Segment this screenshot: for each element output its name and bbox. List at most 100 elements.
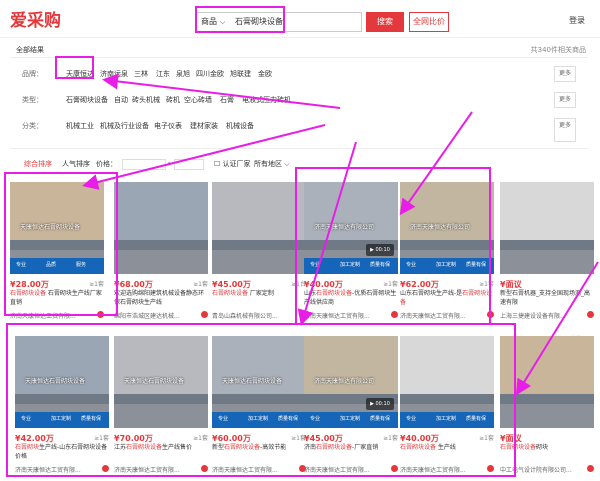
company-name[interactable]: 济南天康恒达工贸有限... bbox=[304, 465, 388, 474]
product-title[interactable]: 山东石膏砌块设备-优质石膏砌块生产线供应商 bbox=[304, 289, 398, 307]
product-image[interactable]: 天康恒达石膏砌块设备 专业 加工定制 质量有保 bbox=[212, 336, 306, 428]
product-image[interactable]: 济南天康恒达有限公司 专业 加工定制 质量有保 bbox=[400, 182, 494, 274]
product-card[interactable]: ¥面议 石膏砌块设备砌块 中工电气设计院有限公司... bbox=[500, 336, 594, 476]
filter-item[interactable]: 天康恒达 bbox=[66, 69, 94, 79]
image-watermark: 济南天康恒达有限公司 bbox=[410, 224, 471, 231]
filter-item[interactable]: 自动 bbox=[114, 95, 128, 105]
feature-tag: 加工定制 bbox=[248, 416, 269, 422]
product-title[interactable]: 石膏砌块设备砌块 bbox=[500, 443, 594, 461]
company-name[interactable]: 济南天康恒达工贸有限... bbox=[400, 465, 484, 474]
product-card[interactable]: 济南天康恒达有限公司 ▶ 00:10 专业 加工定制 质量有保 ¥45.00万 ≥1套 济南石… bbox=[304, 336, 398, 476]
filter-item[interactable]: 空心砖墙 bbox=[184, 95, 212, 105]
product-card[interactable]: 专业 加工定制 质量有保 ¥40.00万 ≥1套 石膏砌块设备 生产线 济南天康恒达工贸有限… bbox=[400, 336, 494, 476]
product-card[interactable]: ¥68.00万 ≥1套 欢迎选购绵阳建筑机械设备静态环保石膏砌块生产线 绵阳市浩城区建… bbox=[114, 182, 208, 322]
min-order: ≥1套 bbox=[479, 435, 494, 442]
product-title[interactable]: 新型石膏机器_支持全国现场测_高速有限 bbox=[500, 289, 594, 307]
product-title[interactable]: 山东石膏砌块生产线-是石膏砌块设备 bbox=[400, 289, 494, 307]
filter-item[interactable]: 砖头机械 bbox=[132, 95, 160, 105]
company-name[interactable]: 济南天康恒达工贸有限... bbox=[15, 465, 99, 474]
location-select[interactable]: 所有地区 ⌵ bbox=[254, 159, 290, 169]
filter-item[interactable]: 建材家装 bbox=[190, 121, 218, 131]
search-box[interactable]: 商品 ⌵ 石膏砌块设备 bbox=[196, 12, 362, 32]
company-name[interactable]: 济南天康恒达工贸有限... bbox=[304, 311, 388, 320]
product-card[interactable]: ¥45.00万 ≥1台 石膏砌块设备 厂家定制 青岛山森机械有限公司... bbox=[212, 182, 306, 322]
min-order: ≥1套 bbox=[193, 281, 208, 288]
product-image[interactable]: 天康恒达石膏砌块设备 bbox=[114, 336, 208, 428]
price-separator: - bbox=[168, 159, 171, 167]
product-image[interactable]: 济南天康恒达有限公司 ▶ 00:10 专业 加工定制 质量有保 bbox=[304, 182, 398, 274]
more-button[interactable]: 更多 bbox=[554, 118, 576, 142]
filter-item[interactable]: 济南远泉 bbox=[100, 69, 128, 79]
product-image[interactable] bbox=[500, 182, 594, 274]
product-title[interactable]: 欢迎选购绵阳建筑机械设备静态环保石膏砌块生产线 bbox=[114, 289, 208, 307]
product-image[interactable] bbox=[114, 182, 208, 274]
more-button[interactable]: 更多 bbox=[554, 92, 576, 108]
filter-item[interactable]: 旭联建 bbox=[230, 69, 251, 79]
min-order: ≥1套 bbox=[383, 281, 398, 288]
filter-item[interactable]: 机械工业 bbox=[66, 121, 94, 131]
product-card[interactable]: 济南天康恒达有限公司 专业 加工定制 质量有保 ¥62.00万 ≥1套 山东石膏砌块生产线-… bbox=[400, 182, 494, 322]
company-name[interactable]: 青岛山森机械有限公司... bbox=[212, 311, 296, 320]
company-name[interactable]: 绵阳市浩城区建达机械... bbox=[114, 311, 198, 320]
product-card[interactable]: 天康恒达石膏砌块设备 专业 加工定制 质量有保 ¥60.00万 ≥1套 新型石膏砌块设备-高… bbox=[212, 336, 306, 476]
product-title[interactable]: 济南石膏砌块设备-厂家直销 bbox=[304, 443, 398, 461]
filter-item[interactable]: 金欧 bbox=[258, 69, 272, 79]
filter-item[interactable]: 机械及行业设备 bbox=[100, 121, 149, 131]
filter-item[interactable]: 砖机 bbox=[166, 95, 180, 105]
site-logo[interactable]: 爱采购 bbox=[10, 6, 61, 31]
filter-label: 类型： bbox=[22, 96, 43, 104]
more-button[interactable]: 更多 bbox=[554, 66, 576, 82]
product-image[interactable]: 专业 加工定制 质量有保 bbox=[400, 336, 494, 428]
filter-item[interactable]: 电子仪表 bbox=[154, 121, 182, 131]
image-watermark: 济南天康恒达有限公司 bbox=[314, 378, 375, 385]
feature-tag: 加工定制 bbox=[340, 416, 361, 422]
verified-badge-icon bbox=[201, 311, 208, 318]
product-card[interactable]: ¥面议 新型石膏机器_支持全国现场测_高速有限 上海三捷建设设备有限... bbox=[500, 182, 594, 322]
feature-tag: 加工定制 bbox=[51, 416, 72, 422]
verified-badge-icon bbox=[587, 311, 594, 318]
product-image[interactable] bbox=[500, 336, 594, 428]
company-name[interactable]: 济南天康恒达工贸有限... bbox=[114, 465, 198, 474]
company-name[interactable]: 济南天康恒达工贸有限... bbox=[10, 311, 94, 320]
product-image[interactable]: 天康恒达石膏砌块设备 专业 加工定制 质量有保 bbox=[15, 336, 109, 428]
product-card[interactable]: 天康恒达石膏砌块设备 ¥70.00万 ≥1套 江苏石膏砌块设备生产线售价 济南天康恒达工… bbox=[114, 336, 208, 476]
product-title[interactable]: 新型石膏砌块设备-高效节能 bbox=[212, 443, 306, 461]
search-button[interactable]: 搜索 bbox=[366, 12, 404, 32]
product-card[interactable]: 济南天康恒达有限公司 ▶ 00:10 专业 加工定制 质量有保 ¥40.00万 ≥1套 山东石… bbox=[304, 182, 398, 322]
search-input[interactable]: 石膏砌块设备 bbox=[235, 16, 283, 27]
filter-item[interactable]: 机械设备 bbox=[226, 121, 254, 131]
sort-price[interactable]: 价格： bbox=[96, 159, 117, 169]
sort-popularity[interactable]: 人气排序 bbox=[62, 159, 90, 169]
product-title[interactable]: 石膏砌块设备 厂家定制 bbox=[212, 289, 306, 307]
product-title[interactable]: 石膏砌块设备 生产线 bbox=[400, 443, 494, 461]
company-name[interactable]: 济南天康恒达工贸有限... bbox=[212, 465, 296, 474]
feature-tags: 专业 加工定制 质量有保 bbox=[15, 412, 109, 428]
product-image[interactable] bbox=[212, 182, 306, 274]
filter-item[interactable]: 泉旭 bbox=[176, 69, 190, 79]
filter-item[interactable]: 电液式压力砖机 bbox=[242, 95, 291, 105]
price-max-input[interactable] bbox=[174, 159, 204, 170]
certified-checkbox[interactable]: ☐ 认证厂家 bbox=[214, 159, 251, 169]
product-title[interactable]: 石膏砌块生产线-山东石膏砌块设备价格 bbox=[15, 443, 109, 461]
company-name[interactable]: 中工电气设计院有限公司... bbox=[500, 465, 584, 474]
product-title[interactable]: 石膏砌块设备 石膏砌块生产线厂家直销 bbox=[10, 289, 104, 307]
product-card[interactable]: 天康恒达石膏砌块设备 专业 加工定制 质量有保 ¥42.00万 ≥1套 石膏砌块生产线-山东… bbox=[15, 336, 109, 476]
price-min-input[interactable] bbox=[122, 159, 166, 170]
compare-all-button[interactable]: 全网比价 bbox=[409, 12, 449, 32]
company-name[interactable]: 上海三捷建设设备有限... bbox=[500, 311, 584, 320]
product-image[interactable]: 济南天康恒达有限公司 ▶ 00:10 专业 加工定制 质量有保 bbox=[304, 336, 398, 428]
sort-default[interactable]: 综合排序 bbox=[24, 159, 52, 169]
login-link[interactable]: 登录 bbox=[569, 15, 585, 26]
verified-badge-icon bbox=[201, 465, 208, 472]
feature-tags: 专业 加工定制 质量有保 bbox=[400, 412, 494, 428]
product-card[interactable]: 天康恒达石膏砌块设备 专业 品质 服务 ¥28.00万 ≥1套 石膏砌块设备 石膏砌块生产线… bbox=[10, 182, 104, 322]
filter-item[interactable]: 三林 bbox=[134, 69, 148, 79]
filter-item[interactable]: 四川金欧 bbox=[196, 69, 224, 79]
company-name[interactable]: 济南天康恒达工贸有限... bbox=[400, 311, 484, 320]
product-image[interactable]: 天康恒达石膏砌块设备 专业 品质 服务 bbox=[10, 182, 104, 274]
filter-item[interactable]: 石膏砌块设备 bbox=[66, 95, 108, 105]
product-title[interactable]: 江苏石膏砌块设备生产线售价 bbox=[114, 443, 208, 461]
filter-item[interactable]: 石膏 bbox=[220, 95, 234, 105]
filter-item[interactable]: 江东 bbox=[156, 69, 170, 79]
search-scope-select[interactable]: 商品 ⌵ bbox=[201, 16, 225, 27]
